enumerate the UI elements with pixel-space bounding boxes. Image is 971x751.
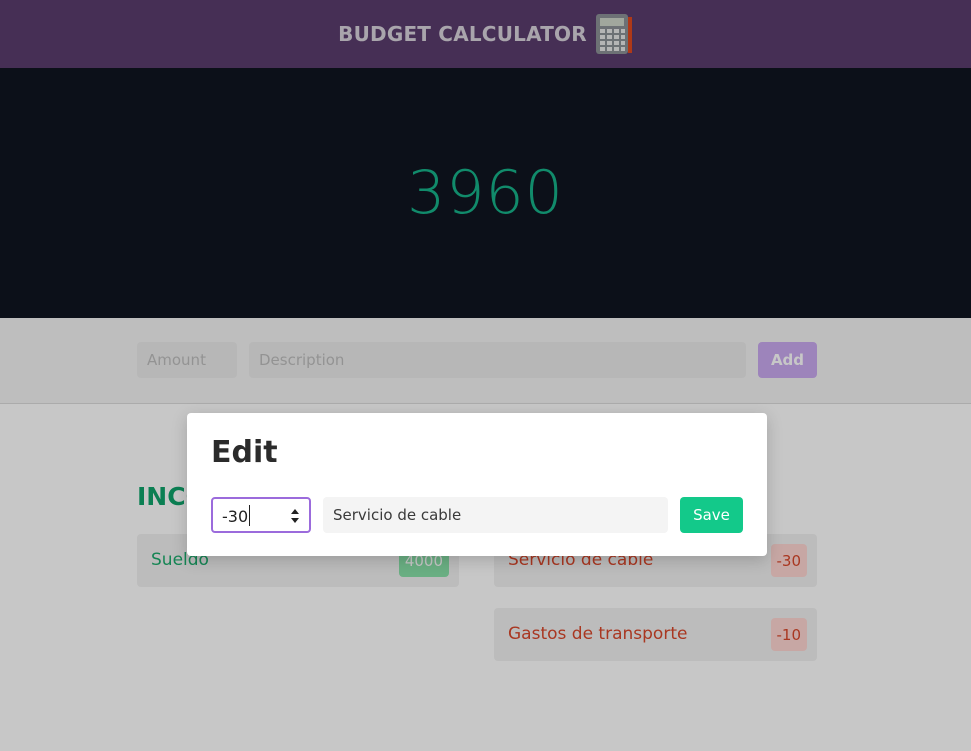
number-spinner-icon[interactable] [290,506,300,526]
edit-description-input[interactable]: Servicio de cable [323,497,668,533]
text-caret [249,505,250,526]
modal-title: Edit [211,435,278,470]
edit-modal: Edit -30 Servicio de cable Save [187,413,767,556]
save-button[interactable]: Save [680,497,743,533]
edit-description-value: Servicio de cable [333,506,462,524]
edit-amount-value: -30 [222,507,249,526]
modal-overlay[interactable] [0,0,971,751]
edit-amount-input[interactable]: -30 [211,497,311,533]
